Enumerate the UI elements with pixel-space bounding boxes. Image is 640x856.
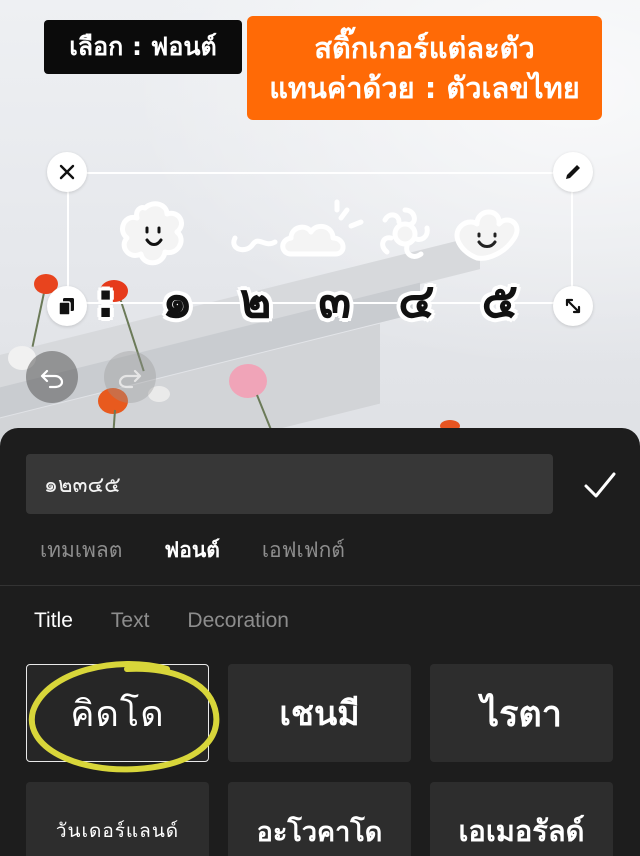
tab-template[interactable]: เทมเพลต [40, 534, 122, 567]
font-option-label: เชนมี [279, 694, 360, 734]
redo-button[interactable] [104, 351, 156, 403]
editor-tabs: เทมเพลต ฟอนต์ เอฟเฟกต์ [40, 534, 387, 567]
select-font-label: เลือก : ฟอนต์ [44, 20, 242, 74]
divider [0, 585, 640, 586]
close-icon [59, 164, 75, 180]
sticker-digit-3[interactable]: ๓ [318, 263, 351, 339]
font-option-label: อะโวคาโด [256, 816, 383, 848]
sticker-dots: : [96, 273, 116, 329]
undo-icon [40, 369, 64, 389]
tab-font[interactable]: ฟอนต์ [164, 534, 219, 567]
font-option-wonderland[interactable]: วันเดอร์แลนด์ [26, 782, 209, 856]
instruction-line-2: แทนค่าด้วย : ตัวเลขไทย [269, 71, 580, 105]
sticker-digit-5[interactable]: ๕ [482, 263, 518, 339]
font-option-avocado[interactable]: อะโวคาโด [228, 782, 411, 856]
font-option-raita[interactable]: ไรตา [430, 664, 613, 762]
font-option-kiddo[interactable]: คิดโด [26, 661, 220, 773]
font-option-chenmee[interactable]: เชนมี [228, 664, 411, 762]
heart-face-doodle [454, 209, 520, 261]
tab-effect[interactable]: เอฟเฟกต์ [262, 534, 345, 567]
sticker-digit-4[interactable]: ๔ [398, 263, 434, 339]
subtab-decoration[interactable]: Decoration [187, 609, 289, 633]
font-option-label: เอเมอรัลด์ [458, 814, 585, 848]
sticker-text-input[interactable]: ๑๒๓๔๕ [26, 454, 553, 514]
subtab-text[interactable]: Text [111, 609, 150, 633]
doodle-stickers[interactable] [115, 198, 525, 270]
resize-button[interactable] [553, 286, 593, 326]
resize-icon [565, 298, 581, 314]
font-category-tabs: Title Text Decoration [34, 609, 327, 633]
flower [229, 364, 267, 398]
swirl-doodle [231, 235, 278, 253]
checkmark-icon[interactable] [580, 468, 620, 504]
font-option-label: ไรตา [480, 693, 563, 735]
close-button[interactable] [47, 152, 87, 192]
pencil-icon [566, 165, 580, 179]
thai-digit-stickers[interactable]: : ๑ ๒ ๓ ๔ ๕ [78, 270, 538, 332]
photo-preview: เลือก : ฟอนต์ สติ๊กเกอร์แต่ละตัว แทนค่าด… [0, 0, 640, 450]
cloud-doodle [280, 199, 364, 257]
instruction-line-1: สติ๊กเกอร์แต่ละตัว [314, 31, 535, 65]
sticker-digit-1[interactable]: ๑ [162, 263, 192, 339]
text-editor-panel: ๑๒๓๔๕ เทมเพลต ฟอนต์ เอฟเฟกต์ Title Text … [0, 428, 640, 856]
sticker-digit-2[interactable]: ๒ [240, 263, 272, 339]
subtab-title[interactable]: Title [34, 609, 73, 633]
redo-icon [118, 369, 142, 389]
copy-icon [58, 298, 74, 316]
flower-face-doodle [120, 201, 184, 266]
instruction-banner: สติ๊กเกอร์แต่ละตัว แทนค่าด้วย : ตัวเลขไท… [247, 16, 602, 120]
font-option-emerald[interactable]: เอเมอรัลด์ [430, 782, 613, 856]
flower-doodle [380, 207, 430, 259]
select-font-text: เลือก : ฟอนต์ [69, 32, 217, 61]
undo-button[interactable] [26, 351, 78, 403]
font-option-label: คิดโด [70, 693, 165, 735]
font-option-label: วันเดอร์แลนด์ [55, 820, 180, 842]
copy-button[interactable] [47, 286, 87, 326]
edit-button[interactable] [553, 152, 593, 192]
